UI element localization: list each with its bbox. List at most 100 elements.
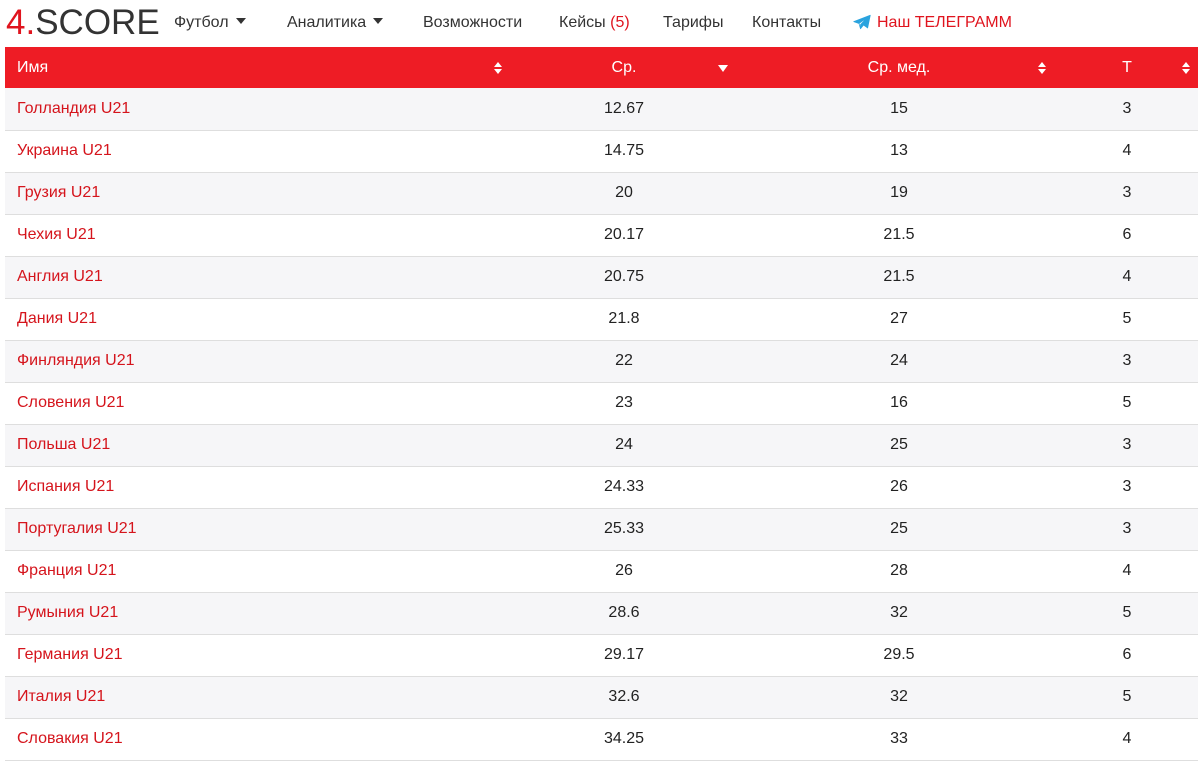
table-row: Дания U21 21.8 27 5: [5, 298, 1198, 340]
header-name-label: Имя: [17, 58, 49, 76]
avg-cell: 28.6: [608, 604, 640, 621]
cases-count-badge: (5): [610, 14, 630, 31]
avg-cell: 14.75: [603, 142, 645, 159]
nav-features-link[interactable]: Возможности: [423, 13, 522, 33]
team-name-link[interactable]: Германия U21: [5, 634, 506, 676]
avg-cell: 20: [615, 184, 633, 201]
avg-cell: 24: [615, 436, 633, 453]
t-cell: 4: [1122, 268, 1132, 285]
avg-cell: 29.17: [603, 646, 645, 663]
team-name-link[interactable]: Словакия U21: [5, 718, 506, 760]
median-cell: 25: [890, 520, 908, 537]
median-cell: 19: [890, 184, 908, 201]
median-cell: 25: [890, 436, 908, 453]
caret-down-icon: [373, 18, 384, 24]
team-name-link[interactable]: Румыния U21: [5, 592, 506, 634]
telegram-icon: [853, 14, 871, 30]
header-avg-label: Ср.: [611, 58, 637, 76]
team-name-link[interactable]: Чехия U21: [5, 214, 506, 256]
team-name-link[interactable]: Франция U21: [5, 550, 506, 592]
team-stats-table: Имя Ср. Ср. мед. Т Голландия U21 12.67 15 3…: [5, 47, 1198, 761]
median-cell: 13: [890, 142, 908, 159]
team-name-link[interactable]: Грузия U21: [5, 172, 506, 214]
sort-desc-icon: [718, 62, 728, 74]
nav-analytics-dropdown[interactable]: Аналитика: [287, 13, 384, 33]
median-cell: 26: [890, 478, 908, 495]
median-cell: 33: [890, 730, 908, 747]
t-cell: 4: [1122, 730, 1132, 747]
nav-cases-label: Кейсы: [559, 14, 606, 31]
avg-cell: 24.33: [603, 478, 645, 495]
avg-cell: 26: [615, 562, 633, 579]
telegram-label: Наш ТЕЛЕГРАММ: [877, 14, 1012, 31]
table-row: Чехия U21 20.17 21.5 6: [5, 214, 1198, 256]
table-row: Италия U21 32.6 32 5: [5, 676, 1198, 718]
avg-cell: 23: [615, 394, 633, 411]
header-t[interactable]: Т: [1056, 47, 1198, 88]
header-name[interactable]: Имя: [5, 47, 506, 88]
table-row: Франция U21 26 28 4: [5, 550, 1198, 592]
nav-cases-link[interactable]: Кейсы (5): [559, 13, 630, 33]
avg-cell: 20.17: [603, 226, 645, 243]
team-name-link[interactable]: Италия U21: [5, 676, 506, 718]
t-cell: 3: [1122, 520, 1132, 537]
t-cell: 4: [1122, 562, 1132, 579]
table-row: Германия U21 29.17 29.5 6: [5, 634, 1198, 676]
table-row: Польша U21 24 25 3: [5, 424, 1198, 466]
median-cell: 29.5: [883, 646, 915, 663]
avg-cell: 22: [615, 352, 633, 369]
median-cell: 32: [890, 688, 908, 705]
team-name-link[interactable]: Дания U21: [5, 298, 506, 340]
nav-contacts-link[interactable]: Контакты: [752, 13, 821, 33]
team-name-link[interactable]: Испания U21: [5, 466, 506, 508]
header-avg[interactable]: Ср.: [506, 47, 742, 88]
table-row: Грузия U21 20 19 3: [5, 172, 1198, 214]
avg-cell: 12.67: [603, 99, 645, 117]
t-cell: 4: [1122, 142, 1132, 159]
t-cell: 5: [1122, 688, 1132, 705]
median-cell: 24: [890, 352, 908, 369]
t-cell: 3: [1122, 436, 1132, 453]
median-cell: 16: [890, 394, 908, 411]
header-median[interactable]: Ср. мед.: [742, 47, 1056, 88]
nav-telegram-link[interactable]: Наш ТЕЛЕГРАММ: [853, 13, 1012, 33]
avg-cell: 21.8: [608, 310, 640, 327]
median-cell: 27: [890, 310, 908, 327]
team-name-link[interactable]: Польша U21: [5, 424, 506, 466]
t-cell: 3: [1122, 184, 1132, 201]
t-cell: 5: [1122, 394, 1132, 411]
table-row: Англия U21 20.75 21.5 4: [5, 256, 1198, 298]
team-name-link[interactable]: Украина U21: [5, 130, 506, 172]
team-name-link[interactable]: Англия U21: [5, 256, 506, 298]
nav-football-dropdown[interactable]: Футбол: [174, 13, 246, 33]
nav-analytics-label: Аналитика: [287, 14, 367, 31]
caret-down-icon: [235, 18, 246, 24]
avg-cell: 32.6: [608, 688, 640, 705]
table-row: Словения U21 23 16 5: [5, 382, 1198, 424]
table-row: Испания U21 24.33 26 3: [5, 466, 1198, 508]
table-row: Голландия U21 12.67 15 3: [5, 88, 1198, 130]
nav-football-label: Футбол: [174, 14, 229, 31]
site-logo[interactable]: 4.SCORE: [6, 3, 160, 43]
avg-cell: 20.75: [603, 268, 645, 285]
t-cell: 3: [1122, 478, 1132, 495]
t-cell: 3: [1122, 99, 1132, 117]
header-median-label: Ср. мед.: [867, 58, 931, 76]
team-name-link[interactable]: Словения U21: [5, 382, 506, 424]
nav-pricing-link[interactable]: Тарифы: [663, 13, 723, 33]
team-name-link[interactable]: Голландия U21: [5, 88, 506, 130]
t-cell: 5: [1122, 310, 1132, 327]
t-cell: 5: [1122, 604, 1132, 621]
sort-both-icon: [1038, 61, 1046, 74]
team-name-link[interactable]: Португалия U21: [5, 508, 506, 550]
top-navbar: 4.SCORE Футбол Аналитика Возможности Кей…: [0, 0, 1200, 47]
table-row: Украина U21 14.75 13 4: [5, 130, 1198, 172]
median-cell: 21.5: [883, 268, 915, 285]
median-cell: 21.5: [883, 226, 915, 243]
sort-both-icon: [494, 61, 502, 74]
team-name-link[interactable]: Финляндия U21: [5, 340, 506, 382]
sort-both-icon: [1182, 61, 1190, 74]
table-row: Румыния U21 28.6 32 5: [5, 592, 1198, 634]
median-cell: 32: [890, 604, 908, 621]
t-cell: 3: [1122, 352, 1132, 369]
